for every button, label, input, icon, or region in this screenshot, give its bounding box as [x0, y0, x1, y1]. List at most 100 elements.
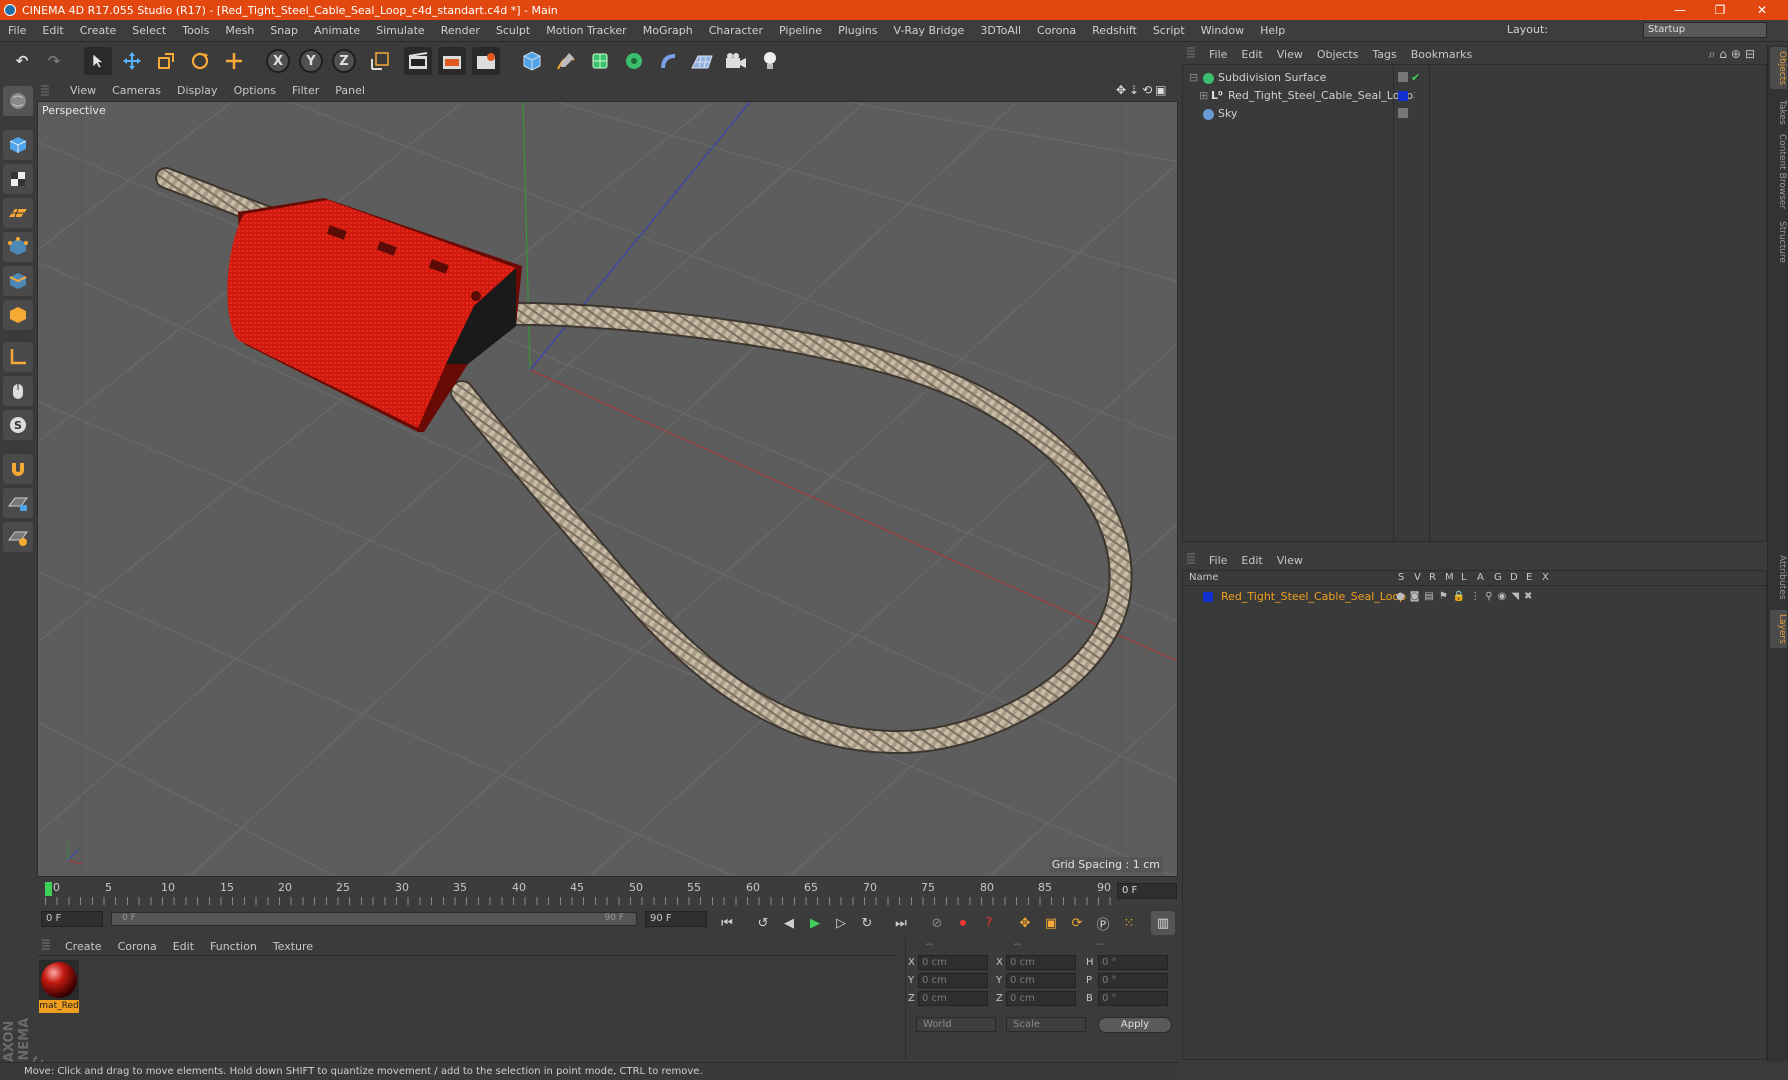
autokey-icon[interactable]: ⏺ [951, 911, 975, 935]
scale-tool-icon[interactable] [152, 47, 180, 75]
key-pla-icon[interactable]: ⁙ [1117, 911, 1141, 935]
object-row[interactable]: Sky ⁚ [1183, 105, 1766, 123]
select-tool-icon[interactable] [84, 47, 112, 75]
size-x-field[interactable]: 0 cm [1006, 955, 1076, 970]
menu-corona[interactable]: Corona [1029, 24, 1084, 37]
current-frame-field[interactable]: 0 F [1117, 883, 1177, 899]
menu-snap[interactable]: Snap [262, 24, 306, 37]
key-position-icon[interactable]: ✥ [1013, 911, 1037, 935]
viewport-menu-display[interactable]: Display [169, 84, 226, 97]
layer-column-locked[interactable]: L [1461, 572, 1467, 583]
apply-button[interactable]: Apply [1098, 1017, 1172, 1033]
layer-row[interactable]: Red_Tight_Steel_Cable_Seal_Loop ●◙▤⚑🔒⋮⚲◉… [1183, 588, 1766, 606]
key-rotation-icon[interactable]: ⟳ [1065, 911, 1089, 935]
key-parameter-icon[interactable]: Ⓟ [1091, 911, 1115, 935]
menu-pipeline[interactable]: Pipeline [771, 24, 830, 37]
snap-magnet-icon[interactable] [3, 454, 33, 484]
layer-column-generators[interactable]: G [1494, 572, 1502, 583]
size-y-field[interactable]: 0 cm [1006, 973, 1076, 988]
cube-icon[interactable] [518, 47, 546, 75]
om-menu-bookmarks[interactable]: Bookmarks [1404, 48, 1479, 61]
z-axis-lock-button[interactable]: Z [332, 49, 356, 73]
object-name[interactable]: Sky [1218, 105, 1237, 123]
menu-redshift[interactable]: Redshift [1084, 24, 1145, 37]
material-menu-function[interactable]: Function [202, 940, 265, 953]
layer-column-xref[interactable]: X [1542, 572, 1549, 583]
minimize-button[interactable]: — [1660, 0, 1700, 20]
light-bulb-icon[interactable] [756, 47, 784, 75]
pen-spline-icon[interactable] [552, 47, 580, 75]
om-menu-file[interactable]: File [1202, 48, 1234, 61]
axis-mode-icon[interactable] [3, 342, 33, 372]
object-row[interactable]: ⊞ L⁰ Red_Tight_Steel_Cable_Seal_Loop ⁚ [1183, 87, 1766, 105]
transform-tool-icon[interactable] [220, 47, 248, 75]
previous-frame-icon[interactable]: ◀ [777, 911, 801, 935]
tree-expand-icon[interactable]: ⊞ [1199, 87, 1208, 105]
material-menu-texture[interactable]: Texture [265, 940, 321, 953]
drag-handle-icon[interactable] [40, 85, 62, 97]
layer-toggle-icons[interactable]: ●◙▤⚑🔒⋮⚲◉◥✖ [1396, 588, 1537, 606]
render-view-icon[interactable] [404, 47, 432, 75]
editor-visibility-icon[interactable] [1398, 72, 1408, 82]
lm-menu-edit[interactable]: Edit [1234, 554, 1269, 567]
menu-help[interactable]: Help [1252, 24, 1293, 37]
previous-key-icon[interactable]: ↺ [751, 911, 775, 935]
layer-name[interactable]: Red_Tight_Steel_Cable_Seal_Loop [1221, 588, 1406, 606]
menu-mesh[interactable]: Mesh [217, 24, 262, 37]
layer-column-animation[interactable]: A [1477, 572, 1484, 583]
tab-content-browser[interactable]: Content Browser [1770, 133, 1787, 211]
om-menu-objects[interactable]: Objects [1310, 48, 1366, 61]
move-tool-icon[interactable] [118, 47, 146, 75]
tweak-mode-icon[interactable] [3, 376, 33, 406]
playhead[interactable] [45, 882, 52, 896]
tab-takes[interactable]: Takes [1770, 97, 1787, 127]
frame-range-slider[interactable]: 0 F 90 F [111, 912, 637, 926]
rotation-p-field[interactable]: 0 ° [1098, 973, 1168, 988]
keyframe-selection-icon[interactable]: ? [977, 911, 1001, 935]
start-frame-field[interactable]: 0 F [41, 911, 103, 927]
mograph-cloner-icon[interactable] [620, 47, 648, 75]
editor-visibility-icon[interactable] [1398, 108, 1408, 118]
layer-color-icon[interactable] [1398, 91, 1408, 101]
y-axis-lock-button[interactable]: Y [299, 49, 323, 73]
menu-file[interactable]: File [0, 24, 34, 37]
close-button[interactable]: ✕ [1742, 0, 1782, 20]
3d-viewport[interactable]: Perspective Grid Spacing : 1 cm [37, 101, 1178, 877]
floor-grid-icon[interactable] [688, 47, 716, 75]
subdivision-surface-icon[interactable] [586, 47, 614, 75]
model-mode-icon[interactable] [3, 130, 33, 160]
x-axis-lock-button[interactable]: X [266, 49, 290, 73]
solo-mode-icon[interactable]: S [3, 410, 33, 440]
visibility-dots-icon[interactable]: ⁚ [1413, 105, 1416, 123]
viewport-menu-options[interactable]: Options [226, 84, 284, 97]
menu-motion-tracker[interactable]: Motion Tracker [538, 24, 634, 37]
menu-edit[interactable]: Edit [34, 24, 71, 37]
record-active-icon[interactable]: ⊘ [925, 911, 949, 935]
menu-plugins[interactable]: Plugins [830, 24, 885, 37]
points-mode-icon[interactable] [3, 232, 33, 262]
lm-menu-view[interactable]: View [1270, 554, 1310, 567]
viewport-menu-filter[interactable]: Filter [284, 84, 327, 97]
render-picture-viewer-icon[interactable] [438, 47, 466, 75]
coordinate-system-icon[interactable] [366, 47, 394, 75]
play-icon[interactable]: ▶ [803, 911, 827, 935]
layer-column-solo[interactable]: S [1398, 572, 1404, 583]
object-name[interactable]: Red_Tight_Steel_Cable_Seal_Loop [1228, 87, 1413, 105]
tab-objects[interactable]: Objects [1770, 47, 1787, 89]
next-key-icon[interactable]: ↻ [855, 911, 879, 935]
workplane-mode-icon[interactable] [3, 198, 33, 228]
go-to-end-icon[interactable]: ⏭ [889, 911, 913, 935]
layer-column-deformers[interactable]: D [1510, 572, 1518, 583]
menu-3dtoall[interactable]: 3DToAll [972, 24, 1029, 37]
menu-window[interactable]: Window [1193, 24, 1252, 37]
redo-button[interactable]: ↷ [40, 47, 68, 75]
end-frame-field[interactable]: 90 F [645, 911, 707, 927]
undo-button[interactable]: ↶ [8, 47, 36, 75]
texture-mode-icon[interactable] [3, 164, 33, 194]
drag-handle-icon[interactable] [41, 939, 57, 954]
layer-column-render[interactable]: R [1429, 572, 1436, 583]
size-z-field[interactable]: 0 cm [1006, 991, 1076, 1006]
polygons-mode-icon[interactable] [3, 300, 33, 330]
object-name[interactable]: Subdivision Surface [1218, 69, 1326, 87]
tree-expand-icon[interactable]: ⊟ [1189, 69, 1198, 87]
